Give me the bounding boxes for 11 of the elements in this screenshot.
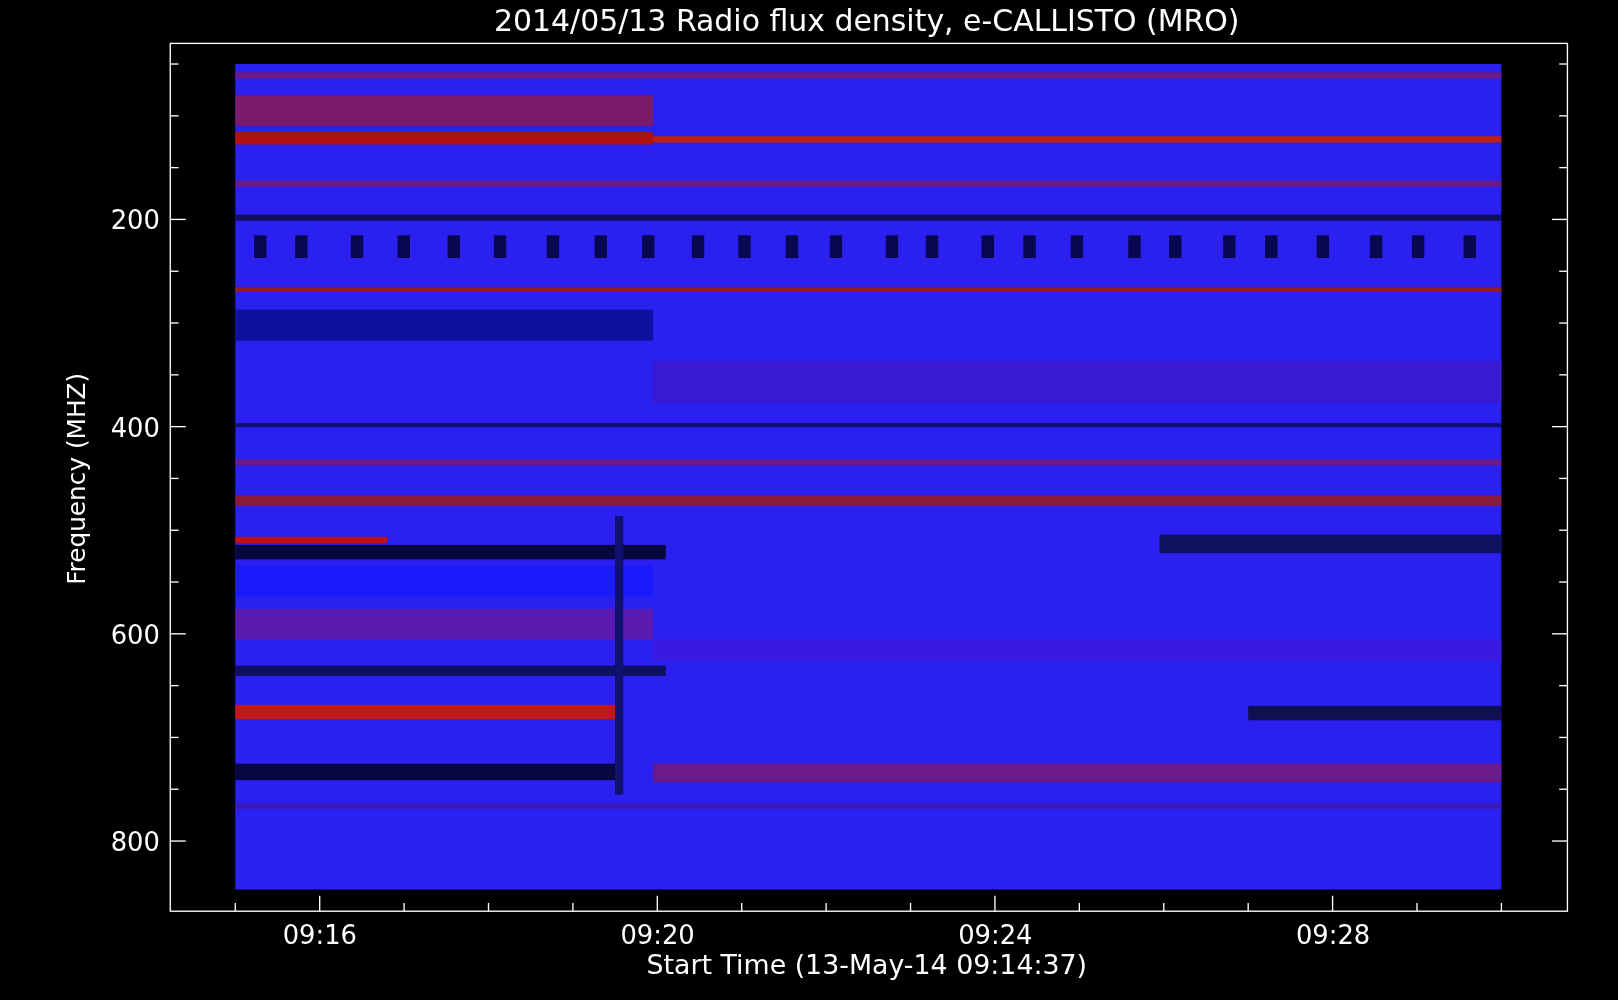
x-tick-label: 09:24 xyxy=(958,920,1033,951)
y-tick-label: 200 xyxy=(110,205,160,236)
y-tick-label: 800 xyxy=(110,827,160,858)
x-tick-label: 09:20 xyxy=(620,920,695,951)
x-axis-label: Start Time (13-May-14 09:14:37) xyxy=(646,949,1088,981)
x-tick-label: 09:16 xyxy=(282,920,358,951)
y-tick-label: 600 xyxy=(110,619,160,650)
y-axis-label: Frequency (MHZ) xyxy=(61,372,91,585)
x-tick-label: 09:28 xyxy=(1295,920,1371,951)
y-tick-label: 400 xyxy=(110,412,160,443)
chart-title: 2014/05/13 Radio flux density, e-CALLISTO (MRO) xyxy=(494,3,1240,38)
